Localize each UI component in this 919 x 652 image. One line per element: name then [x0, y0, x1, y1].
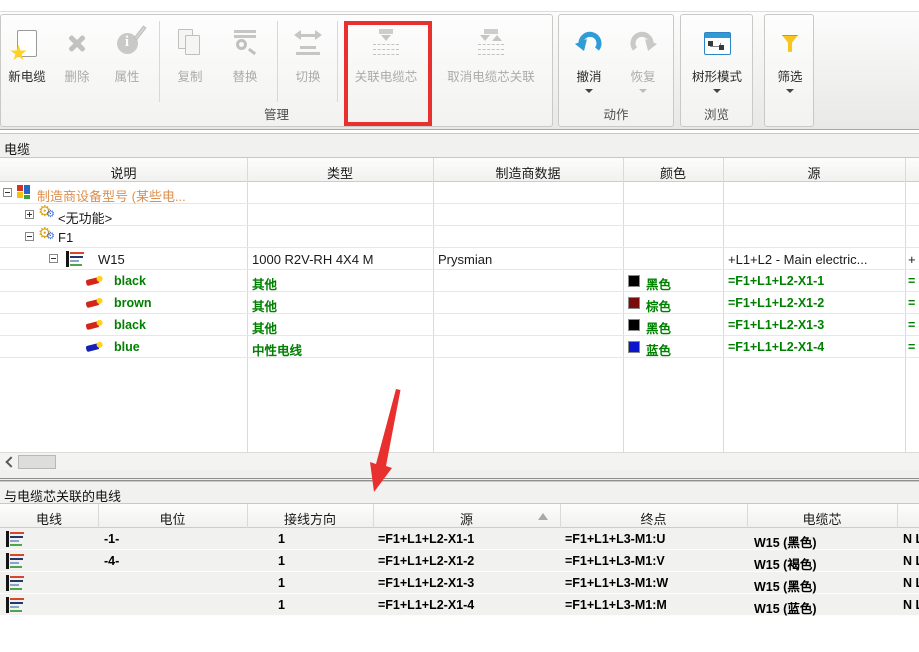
cable-table-header: 说明 类型 制造商数据 颜色 源	[0, 158, 919, 182]
tree-row-manufacturer-model[interactable]: 制造商设备型号 (某些电...	[0, 182, 919, 204]
tree-mode-button[interactable]: 树形模式	[684, 20, 750, 93]
ribbon-group-filter: 筛选	[764, 14, 814, 127]
unassociate-cores-button[interactable]: 取消电缆芯关联	[431, 20, 551, 85]
switch-button[interactable]: 切换	[283, 20, 333, 85]
wires-panel-title: 与电缆芯关联的电线	[0, 481, 919, 504]
color-swatch	[628, 297, 640, 309]
wire-core-icon	[85, 295, 105, 311]
cable-icon	[66, 251, 85, 267]
delete-button[interactable]: 删除	[54, 20, 100, 85]
ribbon: 新电缆 删除 属性 复制 替换	[0, 11, 919, 130]
color-swatch	[628, 341, 640, 353]
tree-row-f1[interactable]: ⚙⚙ F1	[0, 226, 919, 248]
panel-splitter[interactable]	[0, 470, 919, 481]
column-header-type[interactable]: 类型	[247, 158, 433, 182]
column-header-wire-source[interactable]: 源	[373, 504, 560, 528]
replace-icon	[232, 20, 258, 66]
replace-button[interactable]: 替换	[219, 20, 271, 85]
column-header-color[interactable]: 颜色	[623, 158, 723, 182]
wire-core-icon	[85, 273, 105, 289]
tree-row-core-brown[interactable]: brown 其他 棕色 =F1+L1+L2-X1-2 =	[0, 292, 919, 314]
scroll-left-button[interactable]	[0, 453, 17, 470]
filter-button[interactable]: 筛选	[769, 20, 811, 93]
new-cable-button[interactable]: 新电缆	[2, 20, 52, 85]
wire-icon	[6, 531, 25, 547]
undo-button[interactable]: 撤消	[563, 20, 615, 93]
function-icon: ⚙⚙	[38, 227, 56, 245]
wire-core-icon	[85, 317, 105, 333]
collapse-expander[interactable]	[3, 188, 12, 197]
wire-row-1[interactable]: -1- 1 =F1+L1+L2-X1-1 =F1+L1+L3-M1:U W15 …	[0, 528, 919, 550]
filter-icon	[782, 20, 799, 66]
function-icon: ⚙⚙	[38, 205, 56, 223]
expand-expander[interactable]	[25, 210, 34, 219]
column-header-direction[interactable]: 接线方向	[247, 504, 373, 528]
ribbon-separator	[277, 21, 278, 102]
cable-panel-title: 电缆	[0, 133, 919, 158]
filter-dropdown-arrow[interactable]	[786, 89, 794, 93]
tree-row-core-blue[interactable]: blue 中性电线 蓝色 =F1+L1+L2-X1-4 =	[0, 336, 919, 358]
wire-row-4[interactable]: 1 =F1+L1+L2-X1-4 =F1+L1+L3-M1:M W15 (蓝色)…	[0, 594, 919, 616]
color-swatch	[628, 319, 640, 331]
tree-mode-dropdown-arrow[interactable]	[713, 89, 721, 93]
ribbon-separator	[337, 21, 338, 102]
column-header-destination[interactable]: 终点	[560, 504, 747, 528]
delete-icon	[65, 20, 89, 66]
ribbon-group-browse: 树形模式 浏览	[680, 14, 753, 127]
collapse-expander[interactable]	[49, 254, 58, 263]
group-label-action: 动作	[559, 104, 673, 123]
tree-mode-icon	[704, 20, 731, 66]
column-header-potential[interactable]: 电位	[98, 504, 247, 528]
device-model-icon	[17, 185, 31, 199]
column-header-description[interactable]: 说明	[0, 158, 247, 182]
wire-row-3[interactable]: 1 =F1+L1+L2-X1-3 =F1+L1+L3-M1:W W15 (黑色)…	[0, 572, 919, 594]
properties-button[interactable]: 属性	[102, 20, 152, 85]
properties-icon	[117, 20, 138, 66]
switch-icon	[294, 20, 322, 66]
wires-table-header: 电线 电位 接线方向 源 终点 电缆芯	[0, 504, 919, 528]
wire-icon	[6, 553, 25, 569]
group-label-browse: 浏览	[681, 104, 752, 123]
tree-row-core-black-2[interactable]: black 其他 黑色 =F1+L1+L2-X1-3 =	[0, 314, 919, 336]
wire-core-icon	[85, 339, 105, 355]
column-header-wire[interactable]: 电线	[0, 504, 98, 528]
ribbon-separator	[159, 21, 160, 102]
undo-icon	[573, 20, 605, 66]
redo-button[interactable]: 恢复	[617, 20, 669, 93]
column-header-manufacturer[interactable]: 制造商数据	[433, 158, 623, 182]
tree-row-cable-w15[interactable]: W15 1000 R2V-RH 4X4 M Prysmian +L1+L2 - …	[0, 248, 919, 270]
tree-row-no-function[interactable]: ⚙⚙ <无功能>	[0, 204, 919, 226]
ribbon-group-manage: 新电缆 删除 属性 复制 替换	[0, 14, 553, 127]
tree-row-core-black-1[interactable]: black 其他 黑色 =F1+L1+L2-X1-1 =	[0, 270, 919, 292]
new-cable-label: 新电缆	[8, 66, 46, 85]
new-cable-icon	[17, 20, 37, 66]
group-label-manage: 管理	[1, 104, 552, 123]
scrollbar-thumb[interactable]	[18, 455, 56, 469]
redo-icon	[627, 20, 659, 66]
column-header-cable-core[interactable]: 电缆芯	[747, 504, 897, 528]
column-header-source[interactable]: 源	[723, 158, 905, 182]
color-swatch	[628, 275, 640, 287]
copy-icon	[178, 20, 202, 66]
wire-row-2[interactable]: -4- 1 =F1+L1+L2-X1-2 =F1+L1+L3-M1:V W15 …	[0, 550, 919, 572]
unassociate-cores-icon	[476, 20, 506, 66]
undo-dropdown-arrow[interactable]	[585, 89, 593, 93]
redo-dropdown-arrow[interactable]	[639, 89, 647, 93]
horizontal-scrollbar[interactable]	[0, 452, 919, 470]
ribbon-group-action: 撤消 恢复 动作	[558, 14, 674, 127]
sort-ascending-icon	[538, 513, 548, 520]
wire-icon	[6, 575, 25, 591]
copy-button[interactable]: 复制	[165, 20, 215, 85]
annotation-highlight-box	[344, 21, 432, 126]
collapse-expander[interactable]	[25, 232, 34, 241]
wire-icon	[6, 597, 25, 613]
